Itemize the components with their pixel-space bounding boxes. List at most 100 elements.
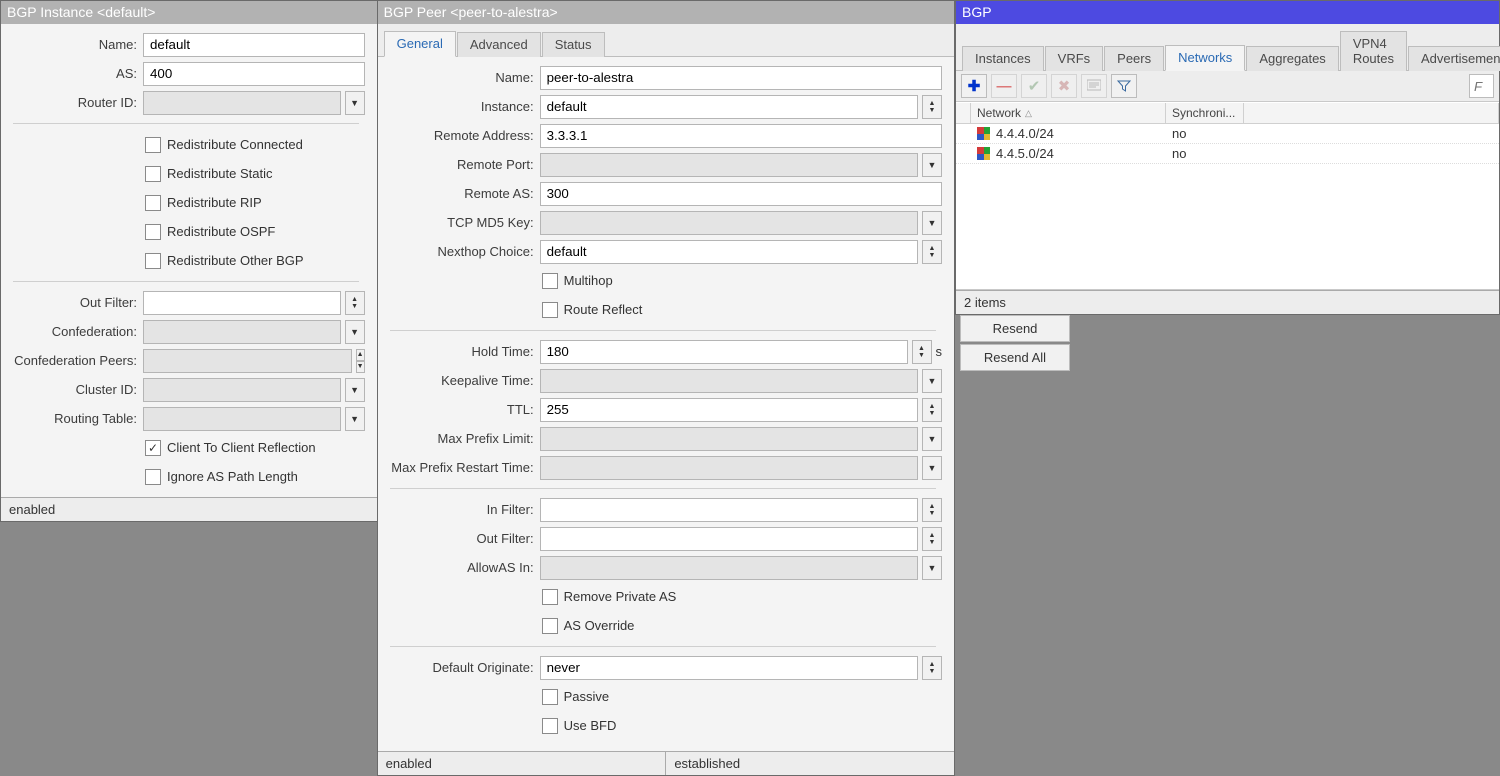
spin-buttons[interactable]: ▲▼ [356, 349, 365, 373]
tab-vpn4-routes[interactable]: VPN4 Routes [1340, 31, 1407, 71]
as-label: AS: [7, 66, 143, 81]
client-reflection-checkbox[interactable] [145, 440, 161, 456]
remove-button[interactable]: — [991, 74, 1017, 98]
instance-out-filter-input[interactable] [143, 291, 341, 315]
redistribute-rip-checkbox[interactable] [145, 195, 161, 211]
network-column-header[interactable]: Network△ [971, 103, 1166, 123]
search-input[interactable] [1469, 74, 1494, 98]
redistribute-connected-label: Redistribute Connected [167, 137, 303, 152]
network-icon [977, 127, 990, 140]
max-prefix-restart-input[interactable] [540, 456, 918, 480]
bgp-peer-body: Name: Instance: ▲▼ Remote Address: Remot… [378, 57, 954, 751]
dropdown-icon[interactable]: ▲▼ [922, 240, 942, 264]
remote-as-label: Remote AS: [384, 186, 540, 201]
dropdown-icon[interactable]: ▲▼ [922, 656, 942, 680]
route-reflect-checkbox[interactable] [542, 302, 558, 318]
ttl-input[interactable] [540, 398, 918, 422]
redistribute-other-bgp-checkbox[interactable] [145, 253, 161, 269]
spin-icon[interactable]: ▲▼ [922, 498, 942, 522]
enable-button[interactable]: ✔ [1021, 74, 1047, 98]
confederation-peers-label: Confederation Peers: [7, 353, 143, 368]
redistribute-connected-checkbox[interactable] [145, 137, 161, 153]
tab-vrfs[interactable]: VRFs [1045, 46, 1104, 71]
resend-button[interactable]: Resend [960, 315, 1070, 342]
multihop-checkbox[interactable] [542, 273, 558, 289]
table-row[interactable]: 4.4.4.0/24no [956, 124, 1499, 144]
bgp-instance-titlebar[interactable]: BGP Instance <default> [1, 1, 377, 24]
use-bfd-label: Use BFD [564, 718, 617, 733]
bgp-instance-body: Name: AS: Router ID: Redistribute Connec… [1, 24, 377, 497]
spin-icon[interactable]: ▲▼ [922, 398, 942, 422]
hold-time-input[interactable] [540, 340, 908, 364]
bgp-peer-titlebar[interactable]: BGP Peer <peer-to-alestra> [378, 1, 954, 24]
remote-address-input[interactable] [540, 124, 942, 148]
cluster-id-input[interactable] [143, 378, 341, 402]
ignore-as-path-checkbox[interactable] [145, 469, 161, 485]
confederation-input[interactable] [143, 320, 341, 344]
bgp-toolbar: ✚ — ✔ ✖ [956, 71, 1499, 102]
default-originate-input[interactable] [540, 656, 918, 680]
keepalive-input[interactable] [540, 369, 918, 393]
tab-general[interactable]: General [384, 31, 456, 57]
dropdown-icon[interactable] [922, 211, 942, 235]
network-icon [977, 147, 990, 160]
remove-private-as-checkbox[interactable] [542, 589, 558, 605]
bgp-instance-title: BGP Instance <default> [7, 4, 155, 20]
passive-checkbox[interactable] [542, 689, 558, 705]
as-override-checkbox[interactable] [542, 618, 558, 634]
max-prefix-restart-label: Max Prefix Restart Time: [384, 460, 540, 475]
router-id-input[interactable] [143, 91, 341, 115]
dropdown-icon[interactable]: ▲▼ [922, 95, 942, 119]
allowas-input[interactable] [540, 556, 918, 580]
tab-aggregates[interactable]: Aggregates [1246, 46, 1339, 71]
redistribute-static-checkbox[interactable] [145, 166, 161, 182]
confederation-peers-input[interactable] [143, 349, 352, 373]
max-prefix-input[interactable] [540, 427, 918, 451]
extra-column-header[interactable] [1244, 103, 1499, 123]
routing-table-input[interactable] [143, 407, 341, 431]
remote-port-input[interactable] [540, 153, 918, 177]
tab-peers[interactable]: Peers [1104, 46, 1164, 71]
dropdown-icon[interactable] [922, 556, 942, 580]
dropdown-icon[interactable] [922, 369, 942, 393]
filter-button[interactable] [1111, 74, 1137, 98]
out-filter-input[interactable] [540, 527, 918, 551]
spin-icon[interactable]: ▲▼ [345, 291, 365, 315]
redistribute-rip-label: Redistribute RIP [167, 195, 262, 210]
in-filter-input[interactable] [540, 498, 918, 522]
use-bfd-checkbox[interactable] [542, 718, 558, 734]
resend-all-button[interactable]: Resend All [960, 344, 1070, 371]
dropdown-icon[interactable] [922, 153, 942, 177]
add-button[interactable]: ✚ [961, 74, 987, 98]
dropdown-icon[interactable] [922, 456, 942, 480]
peer-instance-input[interactable] [540, 95, 918, 119]
tab-networks[interactable]: Networks [1165, 45, 1245, 71]
spin-icon[interactable]: ▲▼ [922, 527, 942, 551]
tab-advertisements[interactable]: Advertisements [1408, 46, 1500, 71]
spin-icon[interactable]: ▲▼ [912, 340, 932, 364]
dropdown-icon[interactable] [922, 427, 942, 451]
remote-as-input[interactable] [540, 182, 942, 206]
nexthop-input[interactable] [540, 240, 918, 264]
instance-name-input[interactable] [143, 33, 365, 57]
tab-status[interactable]: Status [542, 32, 605, 57]
table-row[interactable]: 4.4.5.0/24no [956, 144, 1499, 164]
dropdown-icon[interactable] [345, 91, 365, 115]
tcp-md5-input[interactable] [540, 211, 918, 235]
as-input[interactable] [143, 62, 365, 86]
flag-column-header[interactable] [956, 103, 971, 123]
synchronize-column-header[interactable]: Synchroni... [1166, 103, 1244, 123]
tab-advanced[interactable]: Advanced [457, 32, 541, 57]
dropdown-icon[interactable] [345, 407, 365, 431]
tab-instances[interactable]: Instances [962, 46, 1044, 71]
dropdown-icon[interactable] [345, 378, 365, 402]
max-prefix-label: Max Prefix Limit: [384, 431, 540, 446]
synchronize-cell: no [1166, 144, 1244, 163]
bgp-titlebar[interactable]: BGP [956, 1, 1499, 24]
comment-button[interactable] [1081, 74, 1107, 98]
redistribute-ospf-checkbox[interactable] [145, 224, 161, 240]
peer-name-input[interactable] [540, 66, 942, 90]
remote-port-label: Remote Port: [384, 157, 540, 172]
disable-button[interactable]: ✖ [1051, 74, 1077, 98]
dropdown-icon[interactable] [345, 320, 365, 344]
